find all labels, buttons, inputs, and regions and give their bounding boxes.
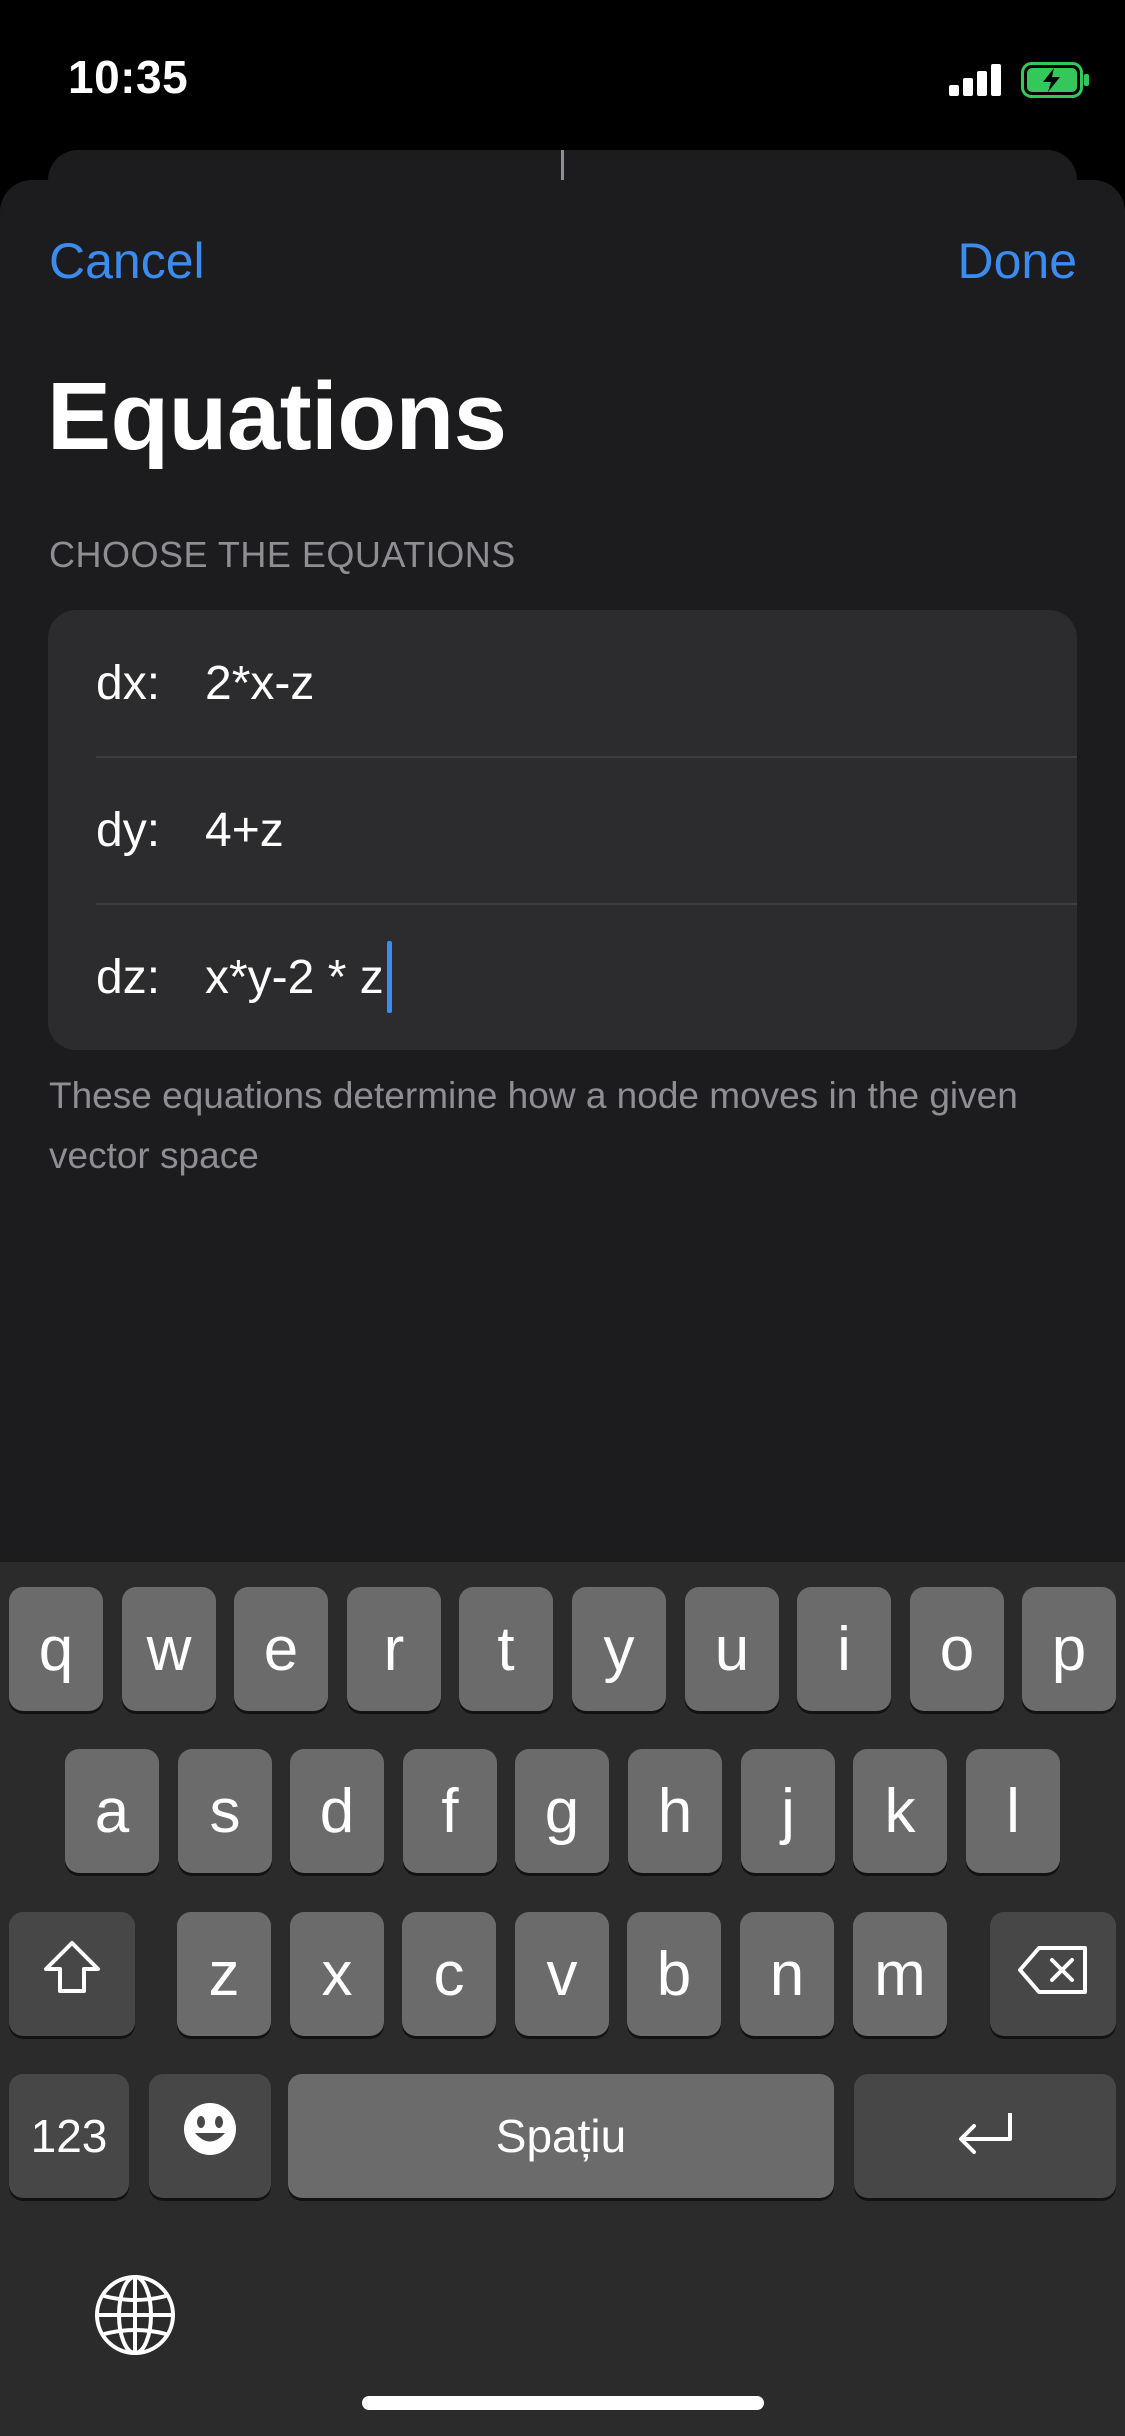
emoji-icon [181, 2100, 239, 2173]
globe-icon[interactable] [94, 2274, 176, 2361]
keyboard: qwertyuiop asdfghjkl zxcvbnm 123 Spațiu [0, 1562, 1125, 2436]
field-label-dx: dx: [96, 656, 161, 710]
equation-row-dy[interactable]: dy: 4+z [48, 757, 1077, 903]
key-p[interactable]: p [1022, 1587, 1116, 1711]
space-key[interactable]: Spațiu [288, 2074, 834, 2198]
key-t[interactable]: t [459, 1587, 553, 1711]
key-n[interactable]: n [740, 1912, 834, 2036]
equations-form-group: dx: 2*x-z dy: 4+z dz: x*y-2 * z [48, 610, 1077, 1050]
numbers-key[interactable]: 123 [9, 2074, 129, 2198]
return-key[interactable] [854, 2074, 1116, 2198]
key-s[interactable]: s [178, 1749, 272, 1873]
key-d[interactable]: d [290, 1749, 384, 1873]
key-u[interactable]: u [685, 1587, 779, 1711]
dy-input[interactable]: 4+z [205, 803, 284, 858]
dx-input[interactable]: 2*x-z [205, 656, 314, 711]
key-v[interactable]: v [515, 1912, 609, 2036]
key-l[interactable]: l [966, 1749, 1060, 1873]
key-o[interactable]: o [910, 1587, 1004, 1711]
key-i[interactable]: i [797, 1587, 891, 1711]
key-m[interactable]: m [853, 1912, 947, 2036]
key-x[interactable]: x [290, 1912, 384, 2036]
key-r[interactable]: r [347, 1587, 441, 1711]
key-k[interactable]: k [853, 1749, 947, 1873]
equation-row-dx[interactable]: dx: 2*x-z [48, 610, 1077, 756]
delete-icon [1017, 1939, 1089, 2010]
emoji-key[interactable] [149, 2074, 271, 2198]
key-g[interactable]: g [515, 1749, 609, 1873]
status-time: 10:35 [68, 51, 189, 103]
cellular-signal-icon [949, 64, 1003, 101]
field-label-dy: dy: [96, 803, 161, 857]
shift-icon [42, 1939, 102, 2010]
key-q[interactable]: q [9, 1587, 103, 1711]
key-h[interactable]: h [628, 1749, 722, 1873]
return-icon [954, 2101, 1016, 2172]
text-cursor [386, 941, 392, 1013]
key-f[interactable]: f [403, 1749, 497, 1873]
section-footer: These equations determine how a node mov… [49, 1075, 1018, 1176]
delete-key[interactable] [990, 1912, 1116, 2036]
field-label-dz: dz: [96, 950, 161, 1004]
home-indicator [362, 2396, 764, 2410]
screen: 10:35 Cancel Done Equations CHOOSE THE E… [0, 0, 1125, 2436]
key-a[interactable]: a [65, 1749, 159, 1873]
key-j[interactable]: j [741, 1749, 835, 1873]
key-w[interactable]: w [122, 1587, 216, 1711]
dz-input[interactable]: x*y-2 * z [205, 941, 392, 1013]
background-card-divider [561, 150, 564, 180]
dz-input-text: x*y-2 * z [205, 950, 384, 1004]
status-icons [949, 62, 1091, 103]
battery-charging-icon [1021, 62, 1091, 103]
key-y[interactable]: y [572, 1587, 666, 1711]
cancel-button[interactable]: Cancel [49, 232, 205, 290]
section-header: CHOOSE THE EQUATIONS [49, 534, 516, 575]
page-title: Equations [47, 363, 507, 470]
done-button[interactable]: Done [957, 232, 1077, 290]
key-z[interactable]: z [177, 1912, 271, 2036]
equation-row-dz[interactable]: dz: x*y-2 * z [48, 904, 1077, 1050]
key-b[interactable]: b [627, 1912, 721, 2036]
key-c[interactable]: c [402, 1912, 496, 2036]
shift-key[interactable] [9, 1912, 135, 2036]
key-e[interactable]: e [234, 1587, 328, 1711]
